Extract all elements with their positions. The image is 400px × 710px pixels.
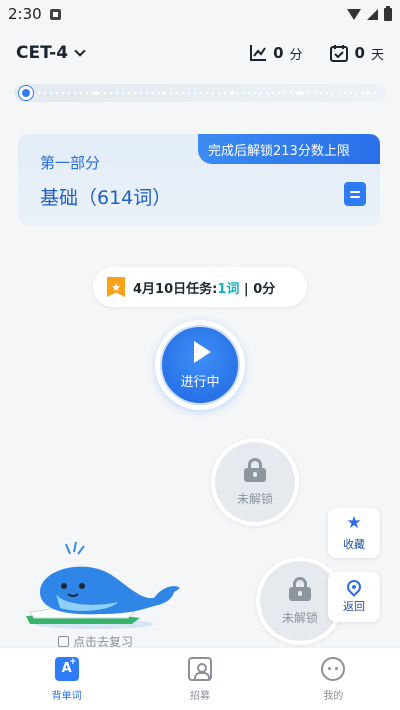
chevron-down-icon bbox=[74, 45, 86, 57]
favorites-button[interactable]: ★ 收藏 bbox=[328, 508, 380, 558]
favorites-label: 收藏 bbox=[343, 537, 365, 551]
progress-indicator bbox=[19, 86, 33, 100]
notification-icon bbox=[49, 8, 61, 20]
tab-recruit[interactable]: 招募 bbox=[133, 648, 266, 710]
review-arrow-icon bbox=[58, 636, 69, 647]
section-part-label: 第一部分 bbox=[40, 154, 101, 172]
score-value: 0 bbox=[273, 44, 284, 62]
cellular-icon bbox=[367, 8, 378, 20]
lesson-node-locked-inner: 未解锁 bbox=[215, 442, 295, 522]
chart-line-icon bbox=[250, 45, 267, 61]
lesson-node-active-label: 进行中 bbox=[180, 374, 220, 390]
tab-me-label: 我的 bbox=[323, 690, 344, 702]
back-label: 返回 bbox=[343, 600, 365, 613]
tab-vocabulary[interactable]: A + 背单词 bbox=[0, 648, 133, 710]
level-label: CET-4 bbox=[16, 43, 69, 63]
score-unit: 分 bbox=[289, 47, 303, 63]
status-bar: 2:30 bbox=[0, 0, 400, 28]
progress-milestone bbox=[298, 91, 302, 95]
calendar-check-icon bbox=[329, 45, 348, 62]
back-button[interactable]: 返回 bbox=[328, 572, 380, 622]
header: CET-4 0 分 0 天 bbox=[0, 36, 400, 70]
tab-recruit-label: 招募 bbox=[189, 690, 210, 702]
days-value: 0 bbox=[354, 44, 365, 62]
level-selector[interactable]: CET-4 bbox=[16, 43, 86, 63]
section-card[interactable]: 完成后解锁213分数上限 第一部分 基础（614词） bbox=[18, 134, 380, 226]
lesson-node-locked[interactable]: 未解锁 bbox=[211, 438, 299, 526]
play-icon bbox=[193, 340, 211, 363]
status-icons bbox=[347, 5, 392, 21]
bookmark-star-icon: ★ bbox=[107, 277, 125, 297]
progress-milestone bbox=[230, 91, 234, 95]
progress-milestone bbox=[162, 91, 166, 95]
header-stats: 0 分 0 天 bbox=[249, 43, 384, 63]
days-stat[interactable]: 0 天 bbox=[329, 43, 384, 63]
lesson-node-active-inner: 进行中 bbox=[160, 325, 240, 405]
unlock-banner: 完成后解锁213分数上限 bbox=[198, 134, 380, 164]
whale-mascot-illustration bbox=[26, 541, 180, 629]
tab-me[interactable]: 我的 bbox=[267, 648, 400, 710]
lock-icon bbox=[244, 457, 266, 482]
progress-milestone bbox=[94, 91, 98, 95]
word-list-icon[interactable] bbox=[344, 182, 366, 206]
recruit-icon bbox=[187, 656, 212, 681]
status-time: 2:30 bbox=[8, 5, 42, 23]
task-score: | 0分 bbox=[239, 281, 276, 297]
wifi-icon bbox=[347, 8, 361, 20]
progress-milestone bbox=[366, 91, 370, 95]
vocabulary-icon: A + bbox=[54, 656, 79, 681]
location-pin-icon bbox=[344, 577, 364, 597]
lesson-node-locked-label: 未解锁 bbox=[236, 491, 273, 506]
tab-vocabulary-label: 背单词 bbox=[51, 690, 82, 702]
progress-dots bbox=[36, 92, 378, 94]
days-unit: 天 bbox=[370, 47, 384, 63]
star-icon: ★ bbox=[346, 512, 362, 533]
bottom-tab-bar: A + 背单词 招募 我的 bbox=[0, 647, 400, 710]
profile-face-icon bbox=[321, 656, 346, 681]
lock-icon bbox=[289, 576, 311, 601]
task-date-label: 4月10日任务: bbox=[133, 281, 218, 297]
lesson-node-locked-label: 未解锁 bbox=[281, 610, 318, 625]
battery-icon bbox=[384, 5, 392, 21]
score-stat[interactable]: 0 分 bbox=[249, 44, 303, 63]
progress-track bbox=[14, 84, 386, 102]
section-title: 基础（614词） bbox=[40, 187, 172, 209]
daily-task-pill[interactable]: ★ 4月10日任务: 1词 | 0分 bbox=[93, 267, 307, 307]
task-words: 1词 bbox=[217, 281, 240, 297]
lesson-node-active[interactable]: 进行中 bbox=[155, 320, 245, 410]
